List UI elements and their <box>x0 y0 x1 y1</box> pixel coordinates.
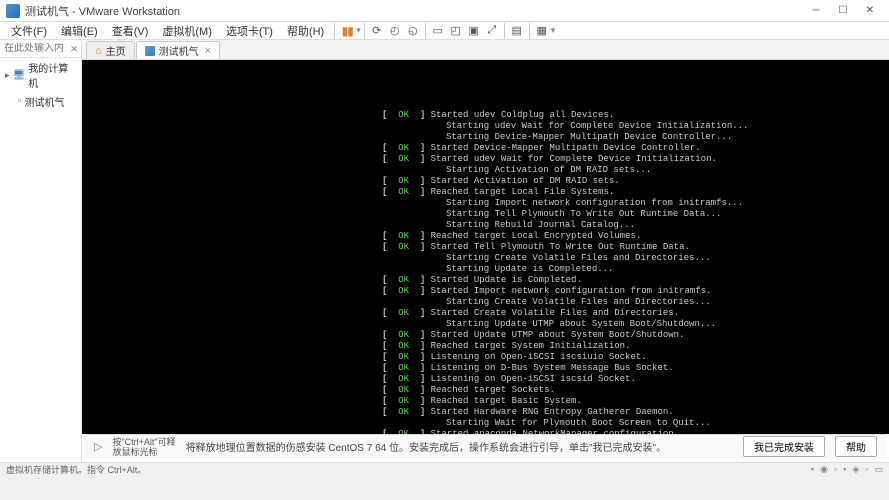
console-line: [ OK ] Reached target Local File Systems… <box>382 187 889 198</box>
sidebar-vm-item[interactable]: ▫ 测试机气 <box>0 92 81 111</box>
help-button[interactable]: 帮助 <box>835 436 877 457</box>
menu-view[interactable]: 查看(V) <box>105 22 156 39</box>
console-line: [ OK ] Started udev Coldplug all Devices… <box>382 110 889 121</box>
tab-close-icon[interactable]: × <box>205 45 211 57</box>
window-title: 测试机气 - VMware Workstation <box>25 3 803 19</box>
console-view-icon[interactable]: ▣ <box>465 22 483 40</box>
vm-console[interactable]: [ OK ] Started udev Coldplug all Devices… <box>82 60 889 434</box>
menubar: 文件(F) 编辑(E) 查看(V) 虚拟机(M) 选项卡(T) 帮助(H) ▮▮… <box>0 22 889 40</box>
tab-home[interactable]: ⌂ 主页 <box>86 41 135 59</box>
statusbar: 虚拟机存储计算机。指令 Ctrl+Alt。 ▪ ◉ ▫ ▪ ◈ ▫ ▭ <box>0 462 889 476</box>
console-line: [ OK ] Reached target Basic System. <box>382 396 889 407</box>
unity-icon[interactable]: ◰ <box>447 22 465 40</box>
device-sound-icon[interactable]: ◈ <box>852 464 859 475</box>
home-icon: ⌂ <box>95 45 102 57</box>
install-hint-bar: ▷ 按"Ctrl+Alt"可释 放鼠标光标 将释放地理位置数据的伤感安装 Cen… <box>86 434 885 458</box>
vm-tree-icon: ▫ <box>18 96 22 107</box>
console-line: [ OK ] Started Hardware RNG Entropy Gath… <box>382 407 889 418</box>
console-line: Starting Device-Mapper Multipath Device … <box>382 132 889 143</box>
computer-icon: 🖥 <box>13 70 26 81</box>
device-net-icon[interactable]: ▫ <box>834 464 837 475</box>
menu-vm[interactable]: 虚拟机(M) <box>155 22 219 39</box>
sidebar-vm-label: 测试机气 <box>25 94 65 109</box>
console-line: [ OK ] Started Import network configurat… <box>382 286 889 297</box>
search-input[interactable] <box>0 43 67 54</box>
console-line: Starting Rebuild Journal Catalog... <box>382 220 889 231</box>
console-line: [ OK ] Started udev Wait for Complete De… <box>382 154 889 165</box>
library-root[interactable]: ▸ 🖥 我的计算机 <box>0 58 81 92</box>
info-icon: ▷ <box>94 440 102 453</box>
vm-tab-icon <box>145 46 155 56</box>
console-line: [ OK ] Listening on Open-iSCSI iscsid So… <box>382 374 889 385</box>
thumbnail-icon[interactable]: ▦ <box>533 22 551 40</box>
console-line: [ OK ] Started Update is Completed. <box>382 275 889 286</box>
key-hint-line2: 放鼠标光标 <box>112 447 175 457</box>
console-line: [ OK ] Reached target System Initializat… <box>382 341 889 352</box>
snapshot-icon[interactable]: ◴ <box>386 22 404 40</box>
console-line: [ OK ] Started Tell Plymouth To Write Ou… <box>382 242 889 253</box>
tab-vm[interactable]: 测试机气 × <box>136 41 220 59</box>
console-line: [ OK ] Reached target Local Encrypted Vo… <box>382 231 889 242</box>
device-hdd-icon[interactable]: ▪ <box>811 464 814 475</box>
console-line: [ OK ] Started Update UTMP about System … <box>382 330 889 341</box>
tab-vm-label: 测试机气 <box>159 43 199 58</box>
tab-home-label: 主页 <box>106 43 126 58</box>
clear-search-icon[interactable]: × <box>67 42 81 56</box>
menu-help[interactable]: 帮助(H) <box>280 22 331 39</box>
install-hint-text: 将释放地理位置数据的伤感安装 CentOS 7 64 位。安装完成后，操作系统会… <box>186 439 733 454</box>
minimize-button[interactable]: ─ <box>803 3 829 19</box>
device-display-icon[interactable]: ▭ <box>874 464 883 475</box>
menu-tabs[interactable]: 选项卡(T) <box>219 22 280 39</box>
send-ctrl-alt-del-icon[interactable]: ⟳ <box>368 22 386 40</box>
library-root-label: 我的计算机 <box>28 60 76 90</box>
console-line: [ OK ] Started Activation of DM RAID set… <box>382 176 889 187</box>
status-text: 虚拟机存储计算机。指令 Ctrl+Alt。 <box>6 463 146 476</box>
console-line: [ OK ] Started Create Volatile Files and… <box>382 308 889 319</box>
stretch-icon[interactable]: ⤢ <box>483 22 501 40</box>
library-toggle-icon[interactable]: ▤ <box>508 22 526 40</box>
snapshot-manager-icon[interactable]: ◵ <box>404 22 422 40</box>
console-line: Starting Create Volatile Files and Direc… <box>382 297 889 308</box>
console-line: Starting Wait for Plymouth Boot Screen t… <box>382 418 889 429</box>
console-line: [ OK ] Started Device-Mapper Multipath D… <box>382 143 889 154</box>
console-line: Starting Create Volatile Files and Direc… <box>382 253 889 264</box>
menu-file[interactable]: 文件(F) <box>4 22 54 39</box>
console-line: [ OK ] Listening on D-Bus System Message… <box>382 363 889 374</box>
window-titlebar: 测试机气 - VMware Workstation ─ ☐ ✕ <box>0 0 889 22</box>
device-usb-icon[interactable]: ▪ <box>843 464 846 475</box>
console-line: Starting udev Wait for Complete Device I… <box>382 121 889 132</box>
console-line: Starting Update UTMP about System Boot/S… <box>382 319 889 330</box>
device-cd-icon[interactable]: ◉ <box>820 464 828 475</box>
app-icon <box>6 4 20 18</box>
key-hint-line1: 按"Ctrl+Alt"可释 <box>112 437 175 447</box>
fullscreen-icon[interactable]: ▭ <box>429 22 447 40</box>
console-line: Starting Tell Plymouth To Write Out Runt… <box>382 209 889 220</box>
device-printer-icon[interactable]: ▫ <box>865 464 868 475</box>
console-line: [ OK ] Listening on Open-iSCSI iscsiuio … <box>382 352 889 363</box>
maximize-button[interactable]: ☐ <box>830 3 856 19</box>
console-line: [ OK ] Reached target Sockets. <box>382 385 889 396</box>
console-line: Starting Update is Completed... <box>382 264 889 275</box>
menu-edit[interactable]: 编辑(E) <box>54 22 105 39</box>
sidebar: × ▸ 🖥 我的计算机 ▫ 测试机气 <box>0 40 82 462</box>
pause-icon[interactable]: ▮▮ <box>338 22 356 40</box>
done-install-button[interactable]: 我已完成安装 <box>743 436 825 457</box>
close-button[interactable]: ✕ <box>857 3 883 19</box>
console-line: [ OK ] Started anaconda NetworkManager c… <box>382 429 889 434</box>
tab-strip: ⌂ 主页 测试机气 × <box>82 40 889 60</box>
console-line: Starting Import network configuration fr… <box>382 198 889 209</box>
console-line: Starting Activation of DM RAID sets... <box>382 165 889 176</box>
